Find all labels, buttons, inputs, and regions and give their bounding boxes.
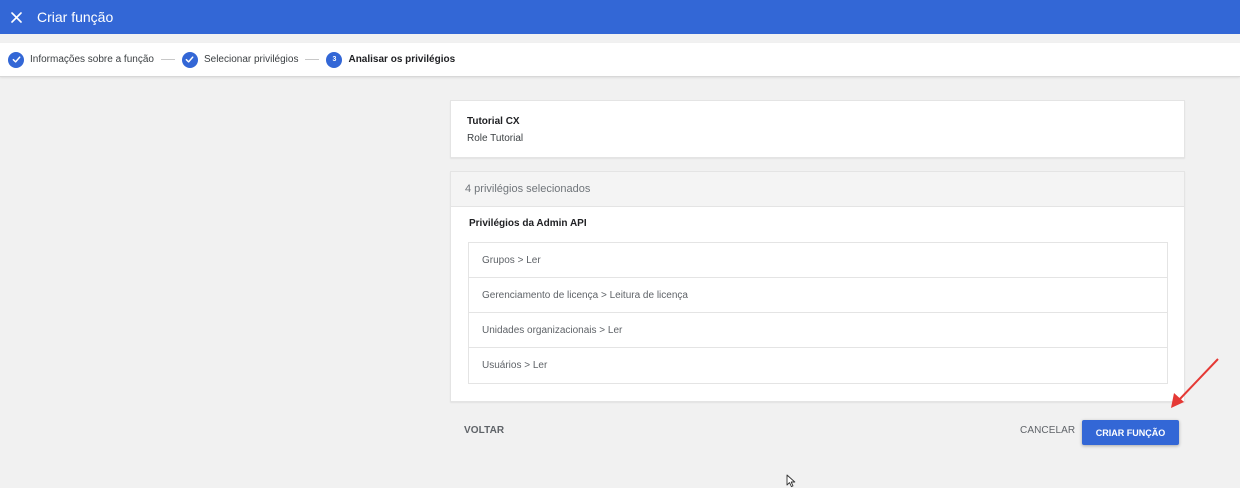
privilege-item: Grupos > Ler: [469, 243, 1167, 278]
check-icon: [186, 56, 194, 63]
stepper: Informações sobre a função Selecionar pr…: [0, 43, 1240, 77]
step-label: Analisar os privilégios: [348, 54, 456, 65]
check-icon: [12, 56, 20, 63]
step-done-indicator: [181, 51, 198, 68]
step-label: Selecionar privilégios: [203, 54, 299, 65]
step-label: Informações sobre a função: [30, 54, 154, 65]
back-button[interactable]: VOLTAR: [464, 425, 504, 436]
step-done-indicator: [8, 51, 24, 68]
privilege-list: Grupos > Ler Gerenciamento de licença > …: [468, 242, 1168, 384]
privileges-card: 4 privilégios selecionados Privilégios d…: [450, 171, 1185, 402]
privilege-item: Unidades organizacionais > Ler: [469, 313, 1167, 348]
privileges-count-header: 4 privilégios selecionados: [451, 172, 1184, 207]
step-select-privileges[interactable]: Selecionar privilégios: [181, 51, 299, 68]
mouse-cursor: [786, 474, 796, 488]
step-divider: [305, 59, 320, 60]
step-divider: [160, 59, 175, 60]
page-title: Criar função: [37, 9, 114, 25]
step-review-privileges[interactable]: 3 Analisar os privilégios: [326, 51, 456, 68]
close-button[interactable]: [8, 9, 24, 25]
privilege-group-title: Privilégios da Admin API: [469, 218, 587, 229]
close-icon: [10, 11, 22, 23]
app-bar: Criar função: [0, 0, 1240, 34]
step-number-badge: 3: [326, 51, 343, 68]
cancel-button[interactable]: CANCELAR: [1020, 425, 1075, 436]
create-role-button[interactable]: CRIAR FUNÇÃO: [1082, 420, 1179, 445]
privilege-item: Usuários > Ler: [482, 360, 548, 371]
role-name: Tutorial CX: [467, 116, 520, 127]
annotation-arrow: [1171, 358, 1219, 408]
privilege-item: Gerenciamento de licença > Leitura de li…: [469, 278, 1167, 313]
role-description: Role Tutorial: [467, 133, 524, 144]
role-summary-card: Tutorial CX Role Tutorial: [450, 100, 1185, 158]
step-role-info[interactable]: Informações sobre a função: [8, 51, 154, 68]
